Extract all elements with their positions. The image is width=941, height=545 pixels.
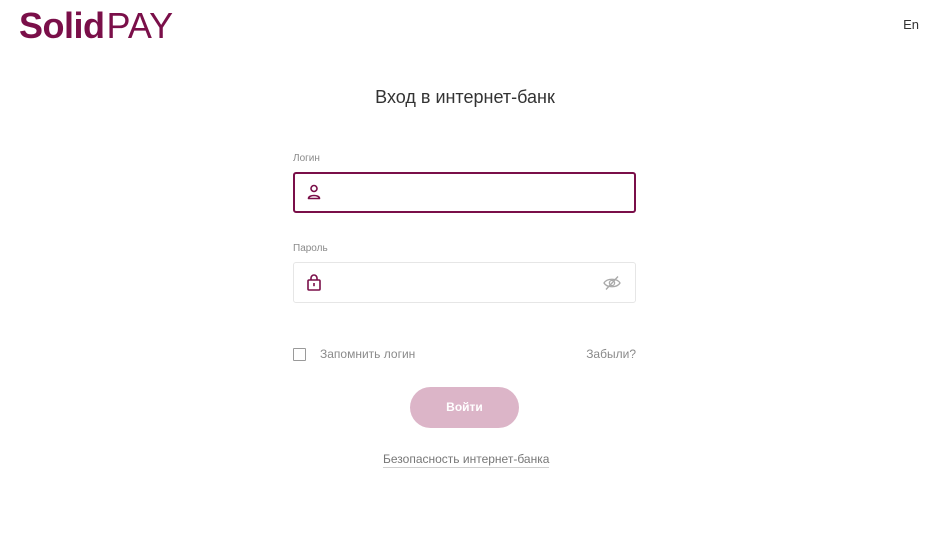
remember-login-option[interactable]: Запомнить логин	[293, 347, 415, 361]
security-info-link[interactable]: Безопасность интернет-банка	[383, 452, 550, 468]
remember-login-checkbox[interactable]	[293, 347, 306, 361]
forgot-password-link[interactable]: Забыли?	[586, 347, 636, 361]
login-button[interactable]: Войти	[410, 387, 519, 428]
password-label: Пароль	[293, 243, 328, 254]
eye-hidden-icon[interactable]	[603, 275, 621, 291]
login-input[interactable]	[331, 174, 591, 211]
login-field[interactable]	[293, 172, 636, 213]
remember-login-label[interactable]: Запомнить логин	[320, 347, 415, 361]
password-field[interactable]	[293, 262, 636, 303]
password-input[interactable]	[330, 263, 590, 302]
login-page: SolidPAY En Вход в интернет-банк Логин П…	[0, 0, 941, 545]
lock-icon	[307, 274, 321, 291]
user-icon	[307, 184, 321, 200]
logo-bold-text: Solid	[19, 5, 105, 46]
login-label: Логин	[293, 153, 320, 164]
page-title: Вход в интернет-банк	[375, 87, 555, 107]
language-switch[interactable]: En	[903, 17, 919, 32]
solidpay-logo[interactable]: SolidPAY	[19, 6, 173, 46]
logo-light-text: PAY	[106, 5, 174, 46]
